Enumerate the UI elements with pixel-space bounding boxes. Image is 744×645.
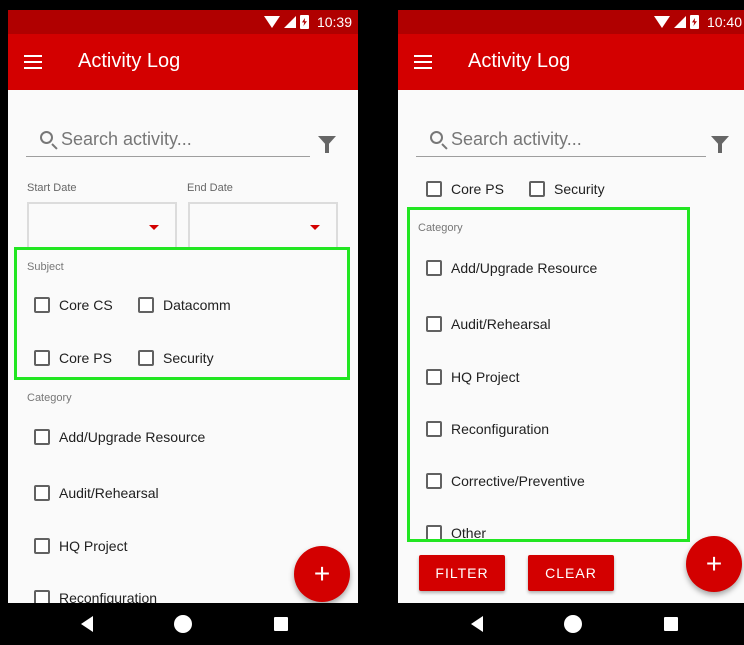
checkbox[interactable] — [34, 485, 50, 501]
checkbox[interactable] — [34, 429, 50, 445]
end-date-label: End Date — [187, 182, 233, 194]
signal-icon — [283, 16, 296, 28]
app-title: Activity Log — [468, 50, 571, 72]
category-checkbox-hq-project[interactable]: HQ Project — [34, 538, 127, 554]
checkbox-label: HQ Project — [59, 538, 128, 554]
filter-button[interactable]: FILTER — [419, 555, 505, 591]
filter-icon[interactable] — [711, 136, 729, 153]
nav-bar — [8, 603, 358, 645]
status-time: 10:39 — [316, 14, 352, 30]
add-activity-button[interactable]: + — [686, 536, 742, 592]
dropdown-arrow-icon — [310, 225, 320, 230]
category-checkbox-reconfiguration[interactable]: Reconfiguration — [34, 590, 157, 603]
back-icon[interactable] — [81, 616, 93, 632]
status-bar: 10:39 — [8, 10, 358, 34]
search-placeholder: Search activity... — [61, 129, 192, 149]
subject-checkbox-security[interactable]: Security — [529, 181, 605, 197]
filter-content[interactable]: Search activity... Start Date End Date S… — [8, 90, 358, 603]
checkbox[interactable] — [34, 590, 50, 603]
category-label: Category — [27, 392, 72, 404]
wifi-icon — [653, 16, 670, 28]
recent-apps-icon[interactable] — [274, 617, 288, 631]
end-date-dropdown[interactable] — [188, 202, 338, 250]
checkbox-label: Core PS — [451, 181, 504, 197]
home-icon[interactable] — [174, 615, 192, 633]
dropdown-arrow-icon — [149, 225, 159, 230]
search-input[interactable]: Search activity... — [26, 123, 310, 157]
checkbox-label: Add/Upgrade Resource — [59, 429, 206, 445]
filter-icon[interactable] — [318, 136, 336, 153]
filter-content[interactable]: Search activity... Core PS Security Cate… — [398, 90, 744, 603]
home-icon[interactable] — [564, 615, 582, 633]
back-icon[interactable] — [471, 616, 483, 632]
wifi-icon — [263, 16, 280, 28]
add-icon: + — [313, 558, 331, 589]
checkbox-label: Security — [554, 181, 605, 197]
category-checkbox-audit-rehearsal[interactable]: Audit/Rehearsal — [34, 485, 159, 501]
battery-charging-icon — [299, 15, 309, 29]
category-checkbox-add-upgrade-resource[interactable]: Add/Upgrade Resource — [34, 429, 205, 445]
category-highlight-box — [407, 207, 690, 542]
search-placeholder: Search activity... — [451, 129, 582, 149]
menu-icon[interactable] — [414, 55, 432, 69]
recent-apps-icon[interactable] — [664, 617, 678, 631]
phone-screen-2: 10:40 Activity Log Search activity... Co… — [398, 10, 744, 645]
status-bar: 10:40 — [398, 10, 744, 34]
add-icon: + — [705, 548, 723, 579]
battery-charging-icon — [689, 15, 699, 29]
signal-icon — [673, 16, 686, 28]
checkbox[interactable] — [34, 538, 50, 554]
checkbox-label: Reconfiguration — [59, 590, 158, 603]
search-icon — [430, 131, 443, 144]
add-activity-button[interactable]: + — [294, 546, 350, 602]
subject-highlight-box — [14, 247, 350, 380]
clear-button[interactable]: CLEAR — [528, 555, 614, 591]
nav-bar — [398, 603, 744, 645]
checkbox[interactable] — [529, 181, 545, 197]
app-bar: Activity Log — [8, 34, 358, 90]
menu-icon[interactable] — [24, 55, 42, 69]
phone-screen-1: 10:39 Activity Log Search activity... St… — [8, 10, 358, 645]
checkbox[interactable] — [426, 181, 442, 197]
checkbox-label: Audit/Rehearsal — [59, 485, 159, 501]
search-icon — [40, 131, 53, 144]
status-time: 10:40 — [706, 14, 742, 30]
start-date-label: Start Date — [27, 182, 77, 194]
subject-checkbox-core-ps[interactable]: Core PS — [426, 181, 504, 197]
app-title: Activity Log — [78, 50, 181, 72]
search-input[interactable]: Search activity... — [416, 123, 706, 157]
start-date-dropdown[interactable] — [27, 202, 177, 250]
app-bar: Activity Log — [398, 34, 744, 90]
